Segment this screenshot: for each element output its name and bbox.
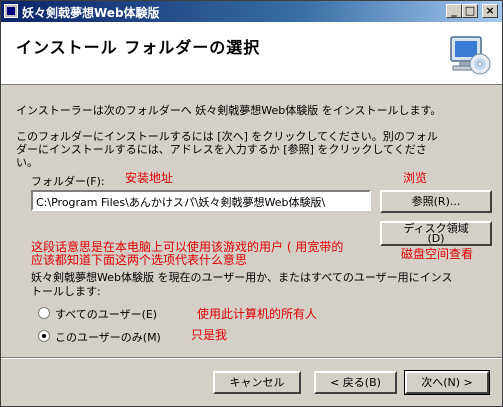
annotation-browse: 浏览 (403, 171, 428, 185)
page-title: インストール フォルダーの選択 (16, 38, 261, 57)
back-button[interactable]: < 戻る(B) (314, 371, 397, 394)
annotation-disk-space: 磁盘空间查看 (401, 247, 474, 261)
installer-window: 妖々剣戟夢想Web体験版 _ □ × インストール フォルダーの選択 インストー… (0, 0, 503, 407)
minimize-button[interactable]: _ (446, 4, 462, 18)
computer-cd-icon (450, 36, 491, 75)
everyone-label[interactable]: すべてのユーザー(E) (55, 306, 157, 322)
just-me-radio[interactable] (38, 330, 50, 342)
browse-button[interactable]: 参照(R)... (380, 190, 492, 213)
annotation-note-line-2: 应该都知道下面这两个选项代表什么意思 (31, 253, 248, 267)
intro-text: インストーラーは次のフォルダーへ 妖々剣戟夢想Web体験版 をインストールします… (16, 104, 442, 117)
annotation-just-me: 只是我 (191, 328, 228, 342)
just-me-label[interactable]: このユーザーのみ(M) (55, 329, 161, 345)
disk-cost-label-2: (D) (427, 232, 445, 245)
window-title: 妖々剣戟夢想Web体験版 (22, 6, 160, 20)
annotation-everyone: 使用此计算机的所有人 (197, 307, 318, 321)
instruction-line-2: ダーにインストールするには、アドレスを入力するか [参照] をクリックしてくださ (16, 143, 427, 156)
app-icon[interactable] (4, 4, 18, 18)
close-button[interactable]: × (482, 4, 498, 18)
instruction-line-3: い。 (16, 156, 38, 169)
maximize-button[interactable]: □ (462, 4, 478, 18)
users-prompt-line-2: トールします: (31, 285, 101, 298)
cancel-button[interactable]: キャンセル (213, 371, 301, 394)
disk-cost-button[interactable]: ディスク領域 (D) (380, 221, 492, 246)
header-banner: インストール フォルダーの選択 (1, 22, 502, 85)
next-button[interactable]: 次へ(N) > (404, 370, 490, 395)
folder-path-input[interactable]: C:\Program Files\あんかけスパ\妖々剣戟夢想Web体験版\ (31, 190, 371, 211)
title-bar[interactable]: 妖々剣戟夢想Web体験版 _ □ × (1, 1, 502, 22)
footer-divider (1, 357, 502, 359)
folder-label: フォルダー(F): (31, 175, 105, 188)
annotation-install-path: 安装地址 (125, 171, 174, 185)
everyone-radio[interactable] (38, 307, 50, 319)
